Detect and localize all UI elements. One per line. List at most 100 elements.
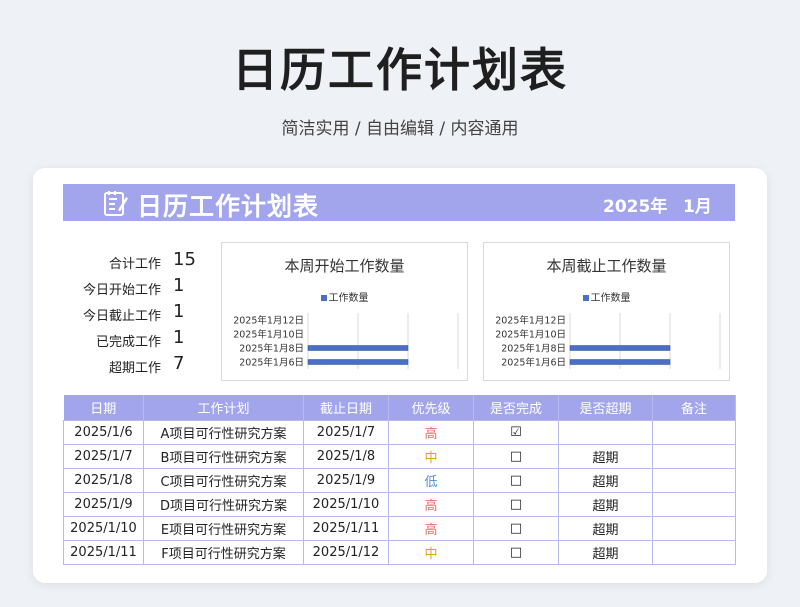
sheet-banner: 日历工作计划表 2025年 1月 xyxy=(63,184,735,221)
cell-notes[interactable] xyxy=(652,467,736,493)
cell-date[interactable]: 2025/1/7 xyxy=(63,443,144,469)
cell-overdue[interactable]: 超期 xyxy=(558,539,653,565)
chart-plot: 2025年1月6日 2025年1月8日 2025年1月10日 2025年1月12日 xyxy=(495,313,721,369)
bar[interactable] xyxy=(307,359,409,365)
cell-done[interactable]: ☑ xyxy=(473,419,559,445)
column-header-priority[interactable]: 优先级 xyxy=(388,395,474,420)
summary-label: 超期工作 xyxy=(108,361,161,376)
category-label: 2025年1月10日 xyxy=(233,329,304,341)
cell-done[interactable]: □ xyxy=(473,467,559,493)
cell-plan[interactable]: B项目可行性研究方案 xyxy=(143,443,304,469)
hero-title: 日历工作计划表 xyxy=(232,43,568,97)
column-header-done[interactable]: 是否完成 xyxy=(473,395,559,420)
column-header-notes[interactable]: 备注 xyxy=(652,395,736,420)
cell-notes[interactable] xyxy=(652,515,736,541)
chart-plot: 2025年1月6日 2025年1月8日 2025年1月10日 2025年1月12日 xyxy=(233,313,459,369)
summary-panel: 合计工作 15 今日开始工作 1 今日截止工作 1 已完成工作 1 超期工作 7 xyxy=(53,248,213,378)
cell-priority[interactable]: 高 xyxy=(388,515,474,541)
summary-value: 1 xyxy=(173,275,185,296)
legend-swatch xyxy=(320,295,327,301)
cell-notes[interactable] xyxy=(652,443,736,469)
category-label: 2025年1月10日 xyxy=(495,329,566,341)
cell-overdue[interactable]: 超期 xyxy=(558,443,653,469)
legend-swatch xyxy=(582,295,589,301)
cell-due[interactable]: 2025/1/12 xyxy=(303,539,389,565)
cell-due[interactable]: 2025/1/8 xyxy=(303,443,389,469)
cell-overdue[interactable]: 超期 xyxy=(558,515,653,541)
summary-row: 已完成工作 1 xyxy=(53,326,213,352)
table-row: 2025/1/10 E项目可行性研究方案 2025/1/11 高 □ 超期 xyxy=(63,515,736,541)
column-header-plan[interactable]: 工作计划 xyxy=(143,395,304,420)
summary-row: 超期工作 7 xyxy=(53,352,213,378)
work-plan-table: 日期 工作计划 截止日期 优先级 是否完成 是否超期 备注 2025/1/6 A项… xyxy=(63,395,736,565)
summary-label: 今日截止工作 xyxy=(82,309,161,324)
cell-due[interactable]: 2025/1/10 xyxy=(303,491,389,517)
summary-row: 今日开始工作 1 xyxy=(53,274,213,300)
cell-due[interactable]: 2025/1/11 xyxy=(303,515,389,541)
cell-priority[interactable]: 低 xyxy=(388,467,474,493)
cell-plan[interactable]: F项目可行性研究方案 xyxy=(143,539,304,565)
legend-label: 工作数量 xyxy=(328,293,369,304)
summary-row: 今日截止工作 1 xyxy=(53,300,213,326)
summary-label: 合计工作 xyxy=(108,257,161,272)
category-label: 2025年1月12日 xyxy=(495,315,566,327)
category-label: 2025年1月6日 xyxy=(239,357,304,369)
hero-subtitle: 简洁实用 / 自由编辑 / 内容通用 xyxy=(281,119,519,139)
cell-notes[interactable] xyxy=(652,539,736,565)
cell-notes[interactable] xyxy=(652,491,736,517)
cell-due[interactable]: 2025/1/7 xyxy=(303,419,389,445)
table-row: 2025/1/6 A项目可行性研究方案 2025/1/7 高 ☑ xyxy=(63,419,736,445)
category-label: 2025年1月6日 xyxy=(501,357,566,369)
summary-value: 1 xyxy=(173,301,185,322)
summary-value: 7 xyxy=(173,353,185,374)
start-count-chart[interactable]: 本周开始工作数量 工作数量 2025年1月6日 2025年1月8日 2025年1月1… xyxy=(221,242,468,381)
cell-date[interactable]: 2025/1/11 xyxy=(63,539,144,565)
cell-done[interactable]: □ xyxy=(473,515,559,541)
cell-done[interactable]: □ xyxy=(473,491,559,517)
bar[interactable] xyxy=(307,345,409,351)
bar[interactable] xyxy=(569,345,671,351)
banner-year: 2025年 xyxy=(603,197,668,217)
cell-date[interactable]: 2025/1/8 xyxy=(63,467,144,493)
cell-plan[interactable]: D项目可行性研究方案 xyxy=(143,491,304,517)
table-header-row: 日期 工作计划 截止日期 优先级 是否完成 是否超期 备注 xyxy=(63,395,736,420)
column-header-due[interactable]: 截止日期 xyxy=(303,395,389,420)
notepad-pen-icon xyxy=(104,191,128,216)
summary-value: 1 xyxy=(173,327,185,348)
summary-row: 合计工作 15 xyxy=(53,248,213,274)
cell-date[interactable]: 2025/1/6 xyxy=(63,419,144,445)
cell-overdue[interactable] xyxy=(558,419,653,445)
chart-legend: 工作数量 xyxy=(222,289,467,304)
cell-due[interactable]: 2025/1/9 xyxy=(303,467,389,493)
cell-plan[interactable]: C项目可行性研究方案 xyxy=(143,467,304,493)
table-row: 2025/1/9 D项目可行性研究方案 2025/1/10 高 □ 超期 xyxy=(63,491,736,517)
cell-priority[interactable]: 中 xyxy=(388,539,474,565)
summary-label: 今日开始工作 xyxy=(82,283,161,298)
cell-overdue[interactable]: 超期 xyxy=(558,491,653,517)
summary-label: 已完成工作 xyxy=(95,335,161,350)
cell-overdue[interactable]: 超期 xyxy=(558,467,653,493)
cell-done[interactable]: □ xyxy=(473,539,559,565)
column-header-date[interactable]: 日期 xyxy=(63,395,144,420)
cell-date[interactable]: 2025/1/9 xyxy=(63,491,144,517)
cell-date[interactable]: 2025/1/10 xyxy=(63,515,144,541)
chart-title: 本周截止工作数量 xyxy=(546,257,667,275)
cell-notes[interactable] xyxy=(652,419,736,445)
cell-priority[interactable]: 高 xyxy=(388,419,474,445)
table-row: 2025/1/11 F项目可行性研究方案 2025/1/12 中 □ 超期 xyxy=(63,539,736,565)
cell-plan[interactable]: E项目可行性研究方案 xyxy=(143,515,304,541)
category-label: 2025年1月12日 xyxy=(233,315,304,327)
cell-done[interactable]: □ xyxy=(473,443,559,469)
category-label: 2025年1月8日 xyxy=(501,343,566,355)
cell-priority[interactable]: 高 xyxy=(388,491,474,517)
column-header-overdue[interactable]: 是否超期 xyxy=(558,395,653,420)
cell-plan[interactable]: A项目可行性研究方案 xyxy=(143,419,304,445)
cell-priority[interactable]: 中 xyxy=(388,443,474,469)
bar[interactable] xyxy=(569,359,671,365)
table-row: 2025/1/8 C项目可行性研究方案 2025/1/9 低 □ 超期 xyxy=(63,467,736,493)
due-count-chart[interactable]: 本周截止工作数量 工作数量 2025年1月6日 2025年1月8日 2025年1月1… xyxy=(483,242,730,381)
banner-month: 1月 xyxy=(683,197,712,217)
table-row: 2025/1/7 B项目可行性研究方案 2025/1/8 中 □ 超期 xyxy=(63,443,736,469)
category-label: 2025年1月8日 xyxy=(239,343,304,355)
chart-legend: 工作数量 xyxy=(484,289,729,304)
